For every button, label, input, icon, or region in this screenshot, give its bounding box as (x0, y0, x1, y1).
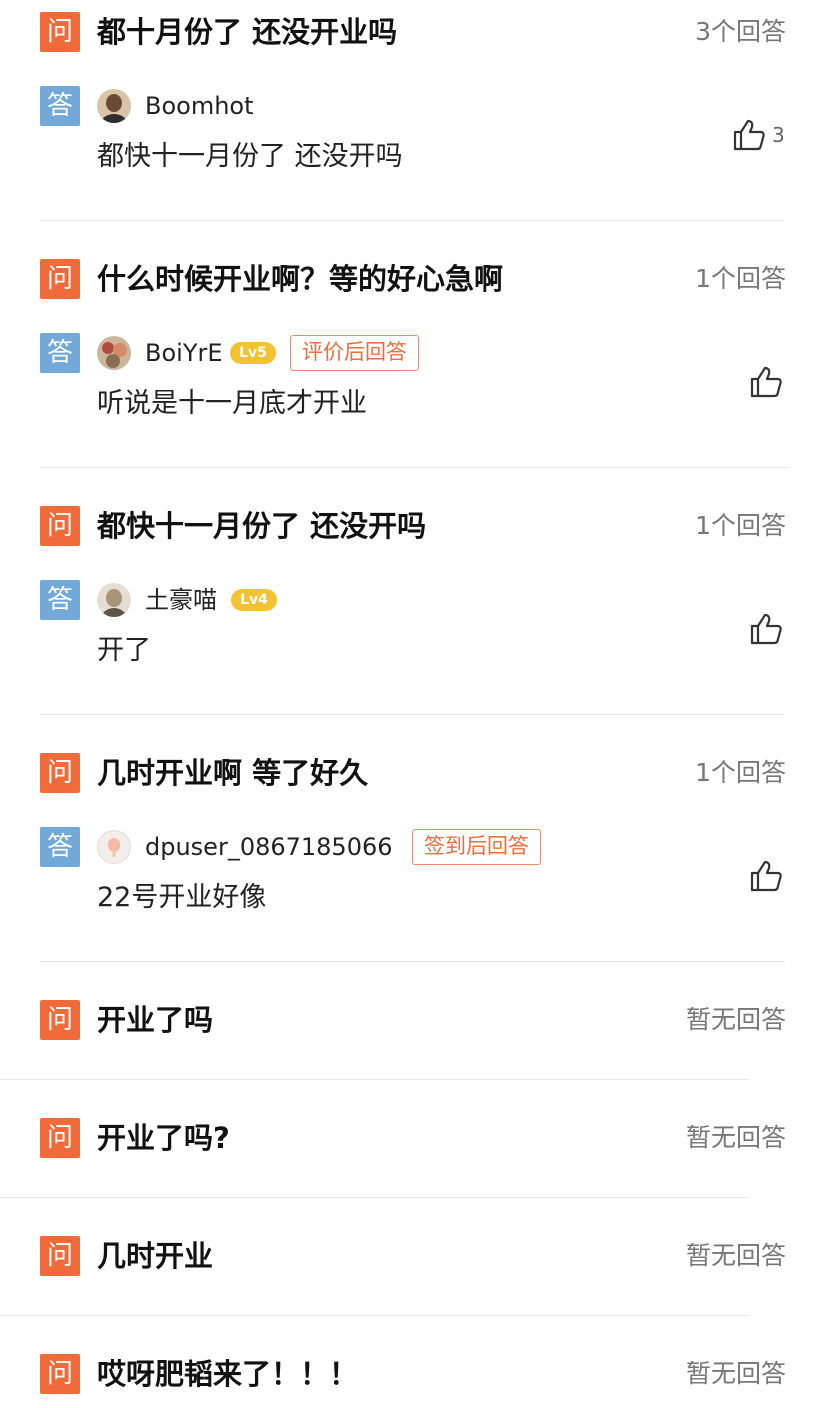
question-row[interactable]: 问 开业了吗 暂无回答 (0, 1000, 828, 1040)
answer-count: 暂无回答 (685, 1241, 786, 1270)
answer-text: 22号开业好像 (97, 882, 267, 913)
answer-tag: 签到后回答 (412, 829, 541, 865)
answer-count[interactable]: 1个回答 (695, 506, 786, 546)
question-badge: 问 (40, 506, 80, 546)
question-row[interactable]: 问 哎呀肥韬来了！！！ 暂无回答 (0, 1354, 828, 1394)
answer-username[interactable]: BoiYrE (145, 333, 223, 373)
answer-badge: 答 (40, 333, 80, 373)
question-badge: 问 (40, 12, 80, 52)
question-text[interactable]: 几时开业啊 等了好久 (97, 753, 657, 793)
question-text[interactable]: 都十月份了 还没开业吗 (97, 12, 657, 52)
answer-badge: 答 (40, 86, 80, 126)
answer-count: 暂无回答 (685, 1123, 786, 1152)
question-badge: 问 (40, 1354, 80, 1394)
question-row[interactable]: 问 几时开业 暂无回答 (0, 1236, 828, 1276)
question-row[interactable]: 问 几时开业啊 等了好久 1个回答 (0, 753, 828, 793)
avatar[interactable] (97, 336, 131, 370)
divider (0, 1315, 748, 1316)
answer-count[interactable]: 1个回答 (695, 753, 786, 793)
answer-username[interactable]: dpuser_0867185066 (145, 827, 393, 867)
question-text[interactable]: 开业了吗 (97, 1000, 657, 1040)
avatar[interactable] (97, 583, 131, 617)
avatar[interactable] (97, 830, 131, 864)
question-text[interactable]: 开业了吗? (97, 1118, 657, 1158)
answer-count: 暂无回答 (685, 1005, 786, 1034)
question-row[interactable]: 问 什么时候开业啊？等的好心急啊 1个回答 (0, 259, 828, 299)
divider (40, 961, 785, 962)
like-count: 3 (772, 123, 785, 147)
divider (40, 714, 785, 715)
divider (40, 467, 788, 468)
question-text[interactable]: 都快十一月份了 还没开吗 (97, 506, 657, 546)
answer-text: 都快十一月份了 还没开吗 (97, 141, 403, 172)
thumbs-up-icon[interactable] (731, 117, 767, 153)
question-badge: 问 (40, 1000, 80, 1040)
question-badge: 问 (40, 259, 80, 299)
question-text[interactable]: 几时开业 (97, 1236, 657, 1276)
question-text[interactable]: 什么时候开业啊？等的好心急啊 (97, 259, 657, 299)
answer-text: 开了 (97, 635, 151, 666)
level-badge: Lv4 (231, 589, 277, 611)
question-row[interactable]: 问 都快十一月份了 还没开吗 1个回答 (0, 506, 828, 546)
question-row[interactable]: 问 都十月份了 还没开业吗 3个回答 (0, 12, 828, 52)
answer-count[interactable]: 1个回答 (695, 259, 786, 299)
answer-count[interactable]: 3个回答 (695, 12, 786, 52)
qa-list: 问 都十月份了 还没开业吗 3个回答 答 Boomhot 都快十一月份了 还没开… (0, 0, 828, 1408)
question-badge: 问 (40, 753, 80, 793)
level-badge: Lv5 (230, 342, 276, 364)
divider (40, 220, 785, 221)
thumbs-up-icon[interactable] (748, 364, 784, 400)
thumbs-up-icon[interactable] (748, 611, 784, 647)
question-text[interactable]: 哎呀肥韬来了！！！ (97, 1354, 657, 1394)
answer-text: 听说是十一月底才开业 (97, 388, 367, 419)
answer-tag: 评价后回答 (290, 335, 419, 371)
avatar[interactable] (97, 89, 131, 123)
answer-username[interactable]: Boomhot (145, 86, 254, 126)
answer-count: 暂无回答 (685, 1359, 786, 1388)
answer-username[interactable]: 土豪喵 (145, 580, 217, 620)
divider (0, 1079, 748, 1080)
divider (0, 1197, 748, 1198)
answer-badge: 答 (40, 827, 80, 867)
thumbs-up-icon[interactable] (748, 858, 784, 894)
question-badge: 问 (40, 1118, 80, 1158)
question-badge: 问 (40, 1236, 80, 1276)
question-row[interactable]: 问 开业了吗? 暂无回答 (0, 1118, 828, 1158)
answer-badge: 答 (40, 580, 80, 620)
